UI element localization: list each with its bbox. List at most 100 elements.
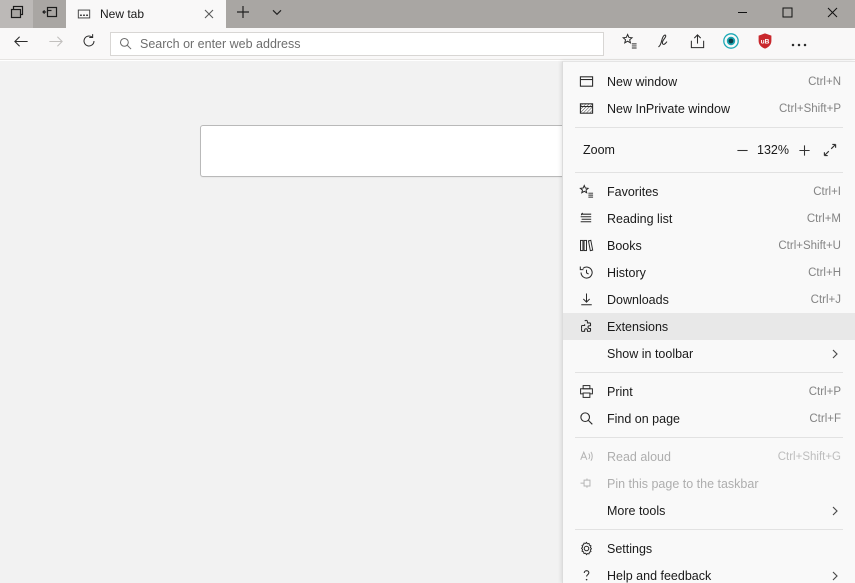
books-icon [579, 238, 599, 253]
minimize-button[interactable] [720, 0, 765, 28]
new-tab-button[interactable] [226, 0, 260, 28]
zoom-out-button[interactable] [729, 137, 755, 163]
search-icon [119, 37, 132, 50]
refresh-button[interactable] [72, 29, 106, 59]
menu-item-help-and-feedback[interactable]: Help and feedback [563, 562, 855, 583]
menu-item-shortcut: Ctrl+J [810, 293, 841, 306]
menu-item-label: More tools [607, 503, 666, 518]
window-controls [720, 0, 855, 28]
menu-item-downloads[interactable]: Downloads Ctrl+J [563, 286, 855, 313]
settings-and-more-button[interactable] [782, 29, 816, 59]
menu-item-label: New window [607, 74, 678, 89]
history-icon [579, 265, 599, 280]
menu-item-shortcut: Ctrl+I [813, 185, 841, 198]
menu-item-read-aloud: Read aloud Ctrl+Shift+G [563, 443, 855, 470]
menu-item-history[interactable]: History Ctrl+H [563, 259, 855, 286]
menu-item-shortcut: Ctrl+M [806, 212, 841, 225]
menu-separator [575, 372, 843, 373]
chevron-right-icon [829, 570, 841, 582]
maximize-icon [782, 5, 793, 23]
navigation-toolbar: uB [0, 28, 855, 60]
favorites-icon [579, 184, 599, 199]
refresh-icon [81, 33, 97, 54]
address-input[interactable] [140, 36, 595, 51]
menu-item-shortcut: Ctrl+P [808, 385, 841, 398]
menu-item-label: Read aloud [607, 449, 671, 464]
menu-item-label: Books [607, 238, 642, 253]
menu-item-shortcut: Ctrl+Shift+G [777, 450, 841, 463]
extension-privacy-button[interactable] [714, 29, 748, 59]
menu-item-label: History [607, 265, 646, 280]
print-icon [579, 384, 599, 399]
tab-close-button[interactable] [198, 3, 220, 25]
menu-item-label: Find on page [607, 411, 680, 426]
show-tab-previews-button[interactable] [0, 0, 33, 28]
menu-item-label: Downloads [607, 292, 669, 307]
reading-list-icon [579, 211, 599, 226]
back-button[interactable] [4, 29, 38, 59]
back-arrow-icon [13, 33, 30, 55]
menu-item-print[interactable]: Print Ctrl+P [563, 378, 855, 405]
menu-item-shortcut: Ctrl+F [809, 412, 841, 425]
menu-item-shortcut: Ctrl+Shift+P [779, 102, 841, 115]
menu-item-find-on-page[interactable]: Find on page Ctrl+F [563, 405, 855, 432]
menu-item-favorites[interactable]: Favorites Ctrl+I [563, 178, 855, 205]
menu-item-reading-list[interactable]: Reading list Ctrl+M [563, 205, 855, 232]
extension-ublock-button[interactable]: uB [748, 29, 782, 59]
settings-and-more-menu: New window Ctrl+N New InPrivate window C… [562, 61, 855, 583]
maximize-button[interactable] [765, 0, 810, 28]
zoom-row: Zoom 132% [563, 133, 855, 167]
web-note-button[interactable] [646, 29, 680, 59]
tab-options-button[interactable] [260, 0, 294, 28]
pin-icon [579, 476, 599, 491]
read-aloud-icon [579, 449, 599, 464]
extensions-puzzle-icon [579, 319, 599, 334]
downloads-icon [579, 292, 599, 307]
browser-window: New tab Search or enter web address uB N… [0, 0, 855, 583]
share-button[interactable] [680, 29, 714, 59]
show-tab-previews-icon [9, 4, 25, 25]
new-window-icon [579, 74, 599, 89]
set-tabs-aside-button[interactable] [33, 0, 66, 28]
settings-and-more-icon [790, 35, 808, 53]
menu-item-label: Settings [607, 541, 653, 556]
menu-item-new-inprivate-window[interactable]: New InPrivate window Ctrl+Shift+P [563, 95, 855, 122]
chevron-down-icon [271, 5, 283, 23]
menu-item-label: Extensions [607, 319, 669, 334]
menu-separator [575, 437, 843, 438]
menu-item-pin-to-taskbar: Pin this page to the taskbar [563, 470, 855, 497]
address-bar[interactable] [110, 31, 604, 56]
tab-new-tab[interactable]: New tab [66, 0, 226, 28]
menu-item-show-in-toolbar[interactable]: Show in toolbar [563, 340, 855, 367]
zoom-in-button[interactable] [791, 137, 817, 163]
minimize-icon [737, 5, 748, 23]
set-tabs-aside-icon [41, 4, 58, 25]
menu-item-books[interactable]: Books Ctrl+Shift+U [563, 232, 855, 259]
menu-item-label: Favorites [607, 184, 659, 199]
favorites-star-button[interactable] [612, 29, 646, 59]
menu-item-more-tools[interactable]: More tools [563, 497, 855, 524]
tab-title: New tab [100, 7, 145, 21]
zoom-label: Zoom [583, 143, 615, 157]
menu-item-new-window[interactable]: New window Ctrl+N [563, 68, 855, 95]
extension-ublock-icon: uB [756, 32, 774, 55]
menu-item-shortcut: Ctrl+N [808, 75, 841, 88]
title-bar: New tab [0, 0, 855, 28]
newtab-icon [76, 6, 92, 22]
zoom-controls: 132% [729, 137, 843, 163]
fullscreen-button[interactable] [817, 137, 843, 163]
menu-item-extensions[interactable]: Extensions [563, 313, 855, 340]
menu-separator [575, 172, 843, 173]
menu-item-shortcut: Ctrl+H [808, 266, 841, 279]
chevron-right-icon [829, 505, 841, 517]
favorites-star-icon [621, 32, 638, 55]
menu-item-settings[interactable]: Settings [563, 535, 855, 562]
close-window-button[interactable] [810, 0, 855, 28]
share-icon [689, 33, 706, 55]
inprivate-window-icon [579, 101, 599, 116]
menu-separator [575, 529, 843, 530]
forward-button[interactable] [38, 29, 72, 59]
gear-icon [579, 541, 599, 556]
svg-text:uB: uB [761, 38, 770, 45]
forward-arrow-icon [47, 33, 64, 55]
